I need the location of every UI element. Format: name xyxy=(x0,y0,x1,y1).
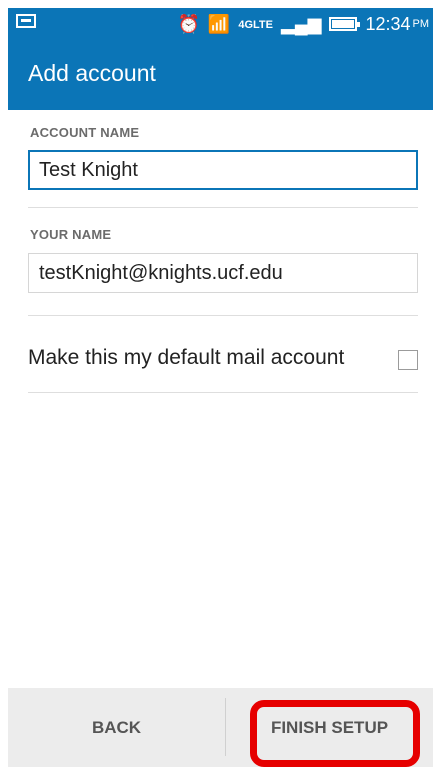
divider xyxy=(28,392,418,393)
account-name-label: ACCOUNT NAME xyxy=(30,125,140,140)
status-bar: ⏰ 📶 4GLTE ▂▄▆ 12:34 PM xyxy=(8,8,433,38)
battery-icon xyxy=(329,16,361,31)
page-title: Add account xyxy=(28,60,156,86)
network-label: 4G xyxy=(238,19,254,31)
app-bar: Add account xyxy=(8,38,433,110)
lte-icon: 4GLTE xyxy=(238,12,273,35)
account-name-input[interactable] xyxy=(28,150,418,190)
your-name-label: YOUR NAME xyxy=(30,227,112,242)
status-time: 12:34 xyxy=(365,13,411,34)
wifi-icon: 📶 xyxy=(207,13,231,34)
status-ampm: PM xyxy=(412,17,430,30)
screen-icon xyxy=(16,14,36,28)
bottom-action-bar: BACK FINISH SETUP xyxy=(8,688,433,767)
finish-setup-button[interactable]: FINISH SETUP xyxy=(226,688,433,767)
your-name-input[interactable] xyxy=(28,253,418,293)
alarm-icon: ⏰ xyxy=(177,13,200,34)
back-button[interactable]: BACK xyxy=(8,688,225,767)
add-account-screen: ⏰ 📶 4GLTE ▂▄▆ 12:34 PM Add account ACCOU… xyxy=(8,8,433,767)
divider xyxy=(28,315,418,316)
lte-label: LTE xyxy=(253,19,273,31)
signal-icon: ▂▄▆ xyxy=(281,13,322,34)
divider xyxy=(28,207,418,208)
default-account-checkbox[interactable] xyxy=(398,350,418,370)
status-icons: ⏰ 📶 4GLTE ▂▄▆ 12:34 PM xyxy=(178,12,430,35)
default-account-label: Make this my default mail account xyxy=(28,346,345,369)
